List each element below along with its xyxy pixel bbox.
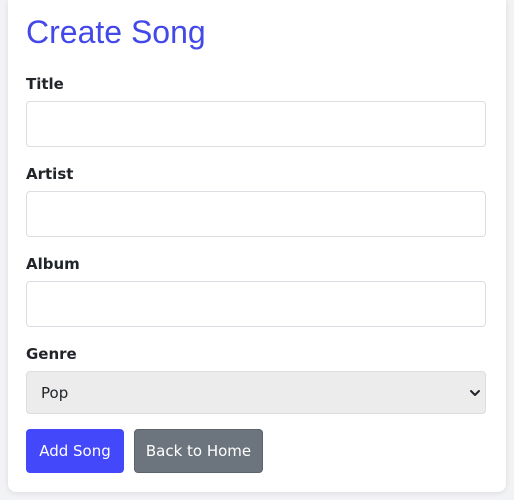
chevron-down-icon — [470, 390, 480, 396]
page-title: Create Song — [26, 14, 206, 50]
album-input[interactable] — [26, 281, 486, 327]
artist-label: Artist — [26, 165, 74, 183]
artist-input[interactable] — [26, 191, 486, 237]
title-input[interactable] — [26, 101, 486, 147]
genre-label: Genre — [26, 345, 77, 363]
add-song-button[interactable]: Add Song — [26, 429, 124, 473]
back-to-home-button[interactable]: Back to Home — [134, 429, 263, 473]
create-song-card: Create Song Title Artist Album Genre Pop… — [8, 0, 506, 492]
title-label: Title — [26, 75, 64, 93]
album-label: Album — [26, 255, 80, 273]
genre-selected-value: Pop — [41, 384, 69, 402]
genre-select[interactable]: Pop — [26, 371, 486, 414]
